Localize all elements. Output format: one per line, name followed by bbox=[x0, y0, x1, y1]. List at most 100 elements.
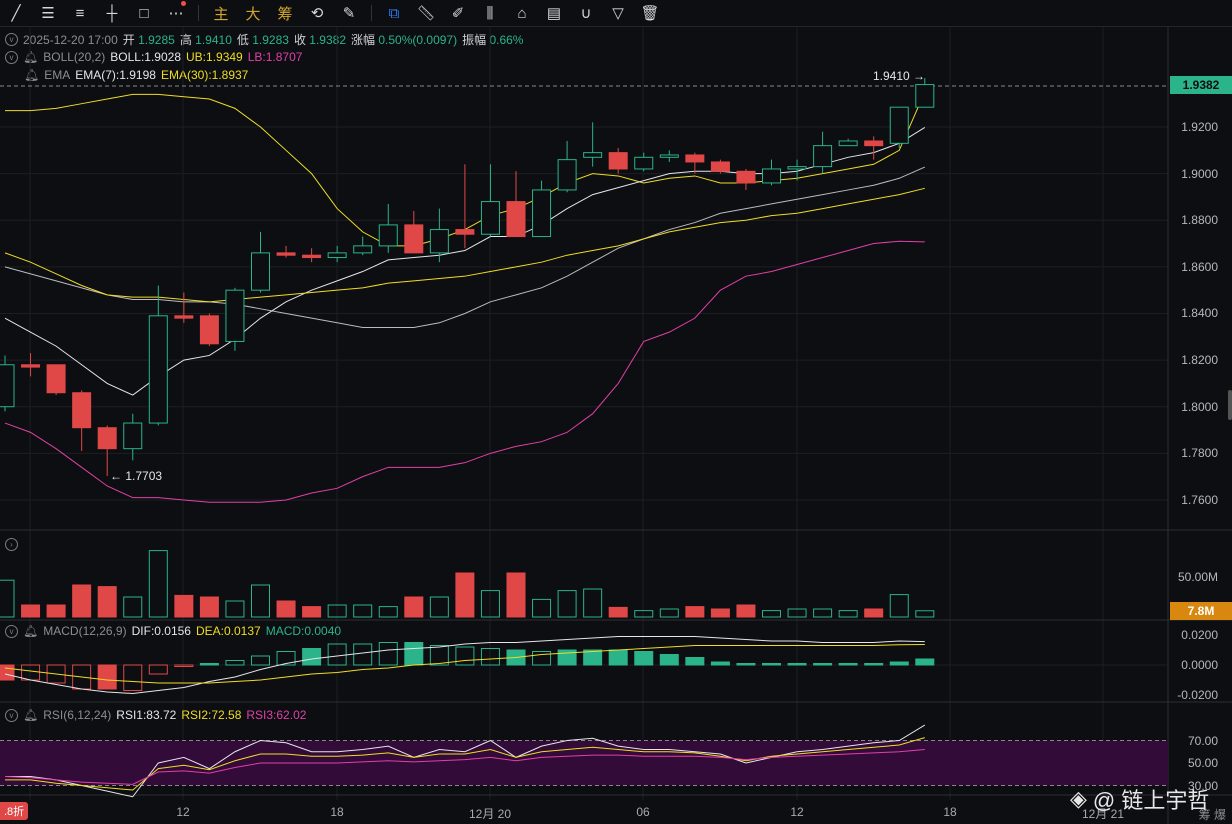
volume-bar bbox=[174, 594, 194, 618]
macd-bar bbox=[0, 664, 15, 681]
volume-bar bbox=[685, 606, 705, 618]
candle-down bbox=[685, 154, 705, 163]
macd-bar bbox=[225, 660, 245, 666]
volume-bar bbox=[404, 596, 424, 618]
macd-bar bbox=[455, 646, 475, 666]
candle-down bbox=[404, 224, 424, 254]
expand-icon[interactable]: › bbox=[5, 538, 18, 551]
macd-name[interactable]: MACD(12,26,9) bbox=[43, 624, 126, 638]
volume-bar bbox=[97, 586, 117, 618]
candle-up bbox=[557, 159, 577, 191]
price-axis-label: 1.9200 bbox=[1181, 120, 1218, 134]
candle-up bbox=[353, 245, 373, 254]
volume-bar bbox=[429, 596, 449, 618]
macd-bar bbox=[787, 663, 807, 666]
price-axis-label: 1.8400 bbox=[1181, 306, 1218, 321]
volume-bar bbox=[199, 596, 219, 618]
candle-down bbox=[21, 364, 41, 368]
high-marker: 1.9410 → bbox=[873, 69, 926, 83]
volume-tag: 7.8M bbox=[1170, 602, 1232, 620]
candle-up bbox=[327, 252, 347, 259]
volume-bar bbox=[123, 596, 143, 618]
macd-bar bbox=[251, 655, 270, 666]
watermark: ◈ @ 链上宇哲 bbox=[1070, 783, 1209, 815]
volume-bar bbox=[838, 610, 858, 618]
macd-bar bbox=[889, 661, 909, 666]
low-marker: ← 1.7703 bbox=[110, 469, 163, 483]
candle-down bbox=[455, 229, 475, 235]
macd-bar bbox=[659, 654, 679, 666]
volume-legend: › bbox=[5, 538, 18, 551]
macd-axis-2: -0.0200 bbox=[1177, 688, 1218, 702]
side-panel-handle[interactable] bbox=[1228, 390, 1232, 420]
macd-axis-0: 0.0200 bbox=[1181, 628, 1218, 642]
rsi-name[interactable]: RSI(6,12,24) bbox=[43, 708, 111, 722]
bell-icon[interactable]: 🔔︎ bbox=[23, 624, 38, 638]
macd-legend: v 🔔︎ MACD(12,26,9) DIF:0.0156 DEA:0.0137… bbox=[5, 624, 341, 638]
rsi3-value: RSI3:62.02 bbox=[246, 708, 307, 722]
macd-bar bbox=[838, 663, 858, 666]
volume-bar bbox=[532, 598, 552, 618]
macd-bar bbox=[302, 648, 322, 666]
rsi1-value: RSI1:83.72 bbox=[116, 708, 177, 722]
bell-icon[interactable]: 🔔︎ bbox=[23, 708, 38, 722]
candle-up bbox=[251, 252, 270, 291]
candle-up bbox=[532, 189, 552, 238]
dea-line bbox=[4, 643, 925, 684]
volume-bar bbox=[225, 600, 245, 618]
volume-bar bbox=[583, 588, 603, 618]
volume-bar bbox=[353, 604, 373, 618]
rsi2-value: RSI2:72.58 bbox=[181, 708, 242, 722]
candle-down bbox=[302, 254, 322, 259]
collapse-icon[interactable]: v bbox=[5, 708, 18, 722]
macd-bar bbox=[813, 663, 833, 666]
macd-bar bbox=[864, 663, 884, 666]
x-label: 18 bbox=[330, 805, 344, 819]
discount-badge[interactable]: .8折 bbox=[0, 802, 29, 820]
candle-down bbox=[276, 252, 296, 256]
rsi-axis-70: 70.00 bbox=[1187, 734, 1218, 748]
volume-bar bbox=[736, 604, 756, 618]
x-label: 12月 20 bbox=[468, 807, 512, 821]
rsi-legend: v 🔔︎ RSI(6,12,24) RSI1:83.72 RSI2:72.58 … bbox=[5, 708, 306, 722]
macd-bar bbox=[97, 664, 117, 690]
volume-bar bbox=[659, 608, 679, 618]
x-label: 12 bbox=[176, 805, 190, 819]
x-label: 06 bbox=[636, 805, 650, 819]
candle-down bbox=[174, 315, 194, 319]
price-axis-label: 1.8200 bbox=[1181, 353, 1218, 368]
volume-bar bbox=[634, 610, 654, 618]
volume-bar bbox=[608, 606, 628, 618]
macd-bar bbox=[276, 651, 296, 666]
volume-bar bbox=[915, 610, 935, 618]
macd-bar bbox=[123, 664, 143, 691]
rsi-axis-50: 50.00 bbox=[1187, 756, 1218, 770]
collapse-icon[interactable]: v bbox=[5, 624, 18, 638]
volume-bar bbox=[72, 584, 92, 618]
boll-lower-line bbox=[4, 240, 925, 503]
chart-canvas[interactable] bbox=[0, 0, 1232, 824]
macd-bar bbox=[353, 643, 373, 666]
volume-bar bbox=[302, 606, 322, 618]
candle-down bbox=[608, 152, 628, 170]
candle-up bbox=[813, 145, 833, 168]
volume-bar bbox=[710, 608, 730, 618]
macd-dif: DIF:0.0156 bbox=[131, 624, 191, 638]
volume-bar bbox=[889, 594, 909, 618]
x-label: 18 bbox=[943, 805, 957, 819]
candle-up bbox=[123, 422, 143, 450]
candle-down bbox=[97, 427, 117, 450]
candle-up bbox=[429, 229, 449, 254]
watermark-text: @ 链上宇哲 bbox=[1092, 788, 1210, 813]
candle-up bbox=[787, 166, 807, 170]
volume-bar bbox=[21, 604, 41, 618]
macd-bar bbox=[762, 663, 781, 666]
candle-up bbox=[838, 140, 858, 147]
macd-bar bbox=[710, 661, 730, 666]
macd-bar bbox=[174, 664, 194, 667]
price-axis-label: 1.7600 bbox=[1181, 492, 1218, 507]
candle-down bbox=[199, 315, 219, 345]
candle-down bbox=[72, 392, 92, 429]
volume-bar bbox=[276, 600, 296, 618]
macd-bar bbox=[199, 663, 219, 666]
